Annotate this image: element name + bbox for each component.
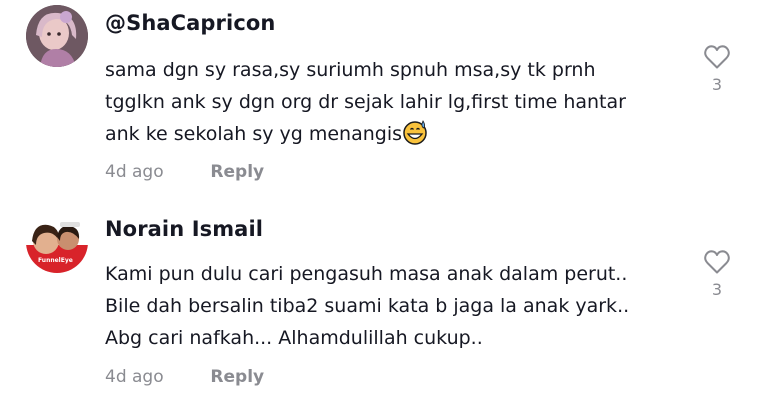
comment-username[interactable]: @ShaCapricon: [105, 11, 275, 35]
comment-text: Kami pun dulu cari pengasuh masa anak da…: [105, 263, 630, 349]
like-count: 3: [711, 280, 723, 299]
like-button[interactable]: 3: [700, 44, 734, 94]
reply-button[interactable]: Reply: [210, 162, 264, 182]
comment-username[interactable]: Norain Ismail: [105, 217, 263, 241]
comment-meta: 4d ago Reply: [105, 162, 264, 182]
comment-date: 4d ago: [105, 162, 164, 182]
grinning-sweat-emoji: [403, 120, 427, 145]
avatar[interactable]: FunnelEye: [26, 211, 88, 273]
like-button[interactable]: 3: [700, 249, 734, 299]
avatar[interactable]: [26, 5, 88, 67]
comment-date: 4d ago: [105, 367, 164, 387]
like-count: 3: [711, 75, 723, 94]
heart-icon: [704, 250, 730, 274]
comment-text-body: sama dgn sy rasa,sy suriumh spnuh msa,sy…: [105, 59, 626, 145]
avatar-badge: FunnelEye: [38, 257, 73, 264]
comment-text: sama dgn sy rasa,sy suriumh spnuh msa,sy…: [105, 54, 680, 150]
heart-icon: [704, 45, 730, 69]
comment-meta: 4d ago Reply: [105, 367, 264, 387]
reply-button[interactable]: Reply: [210, 367, 264, 387]
